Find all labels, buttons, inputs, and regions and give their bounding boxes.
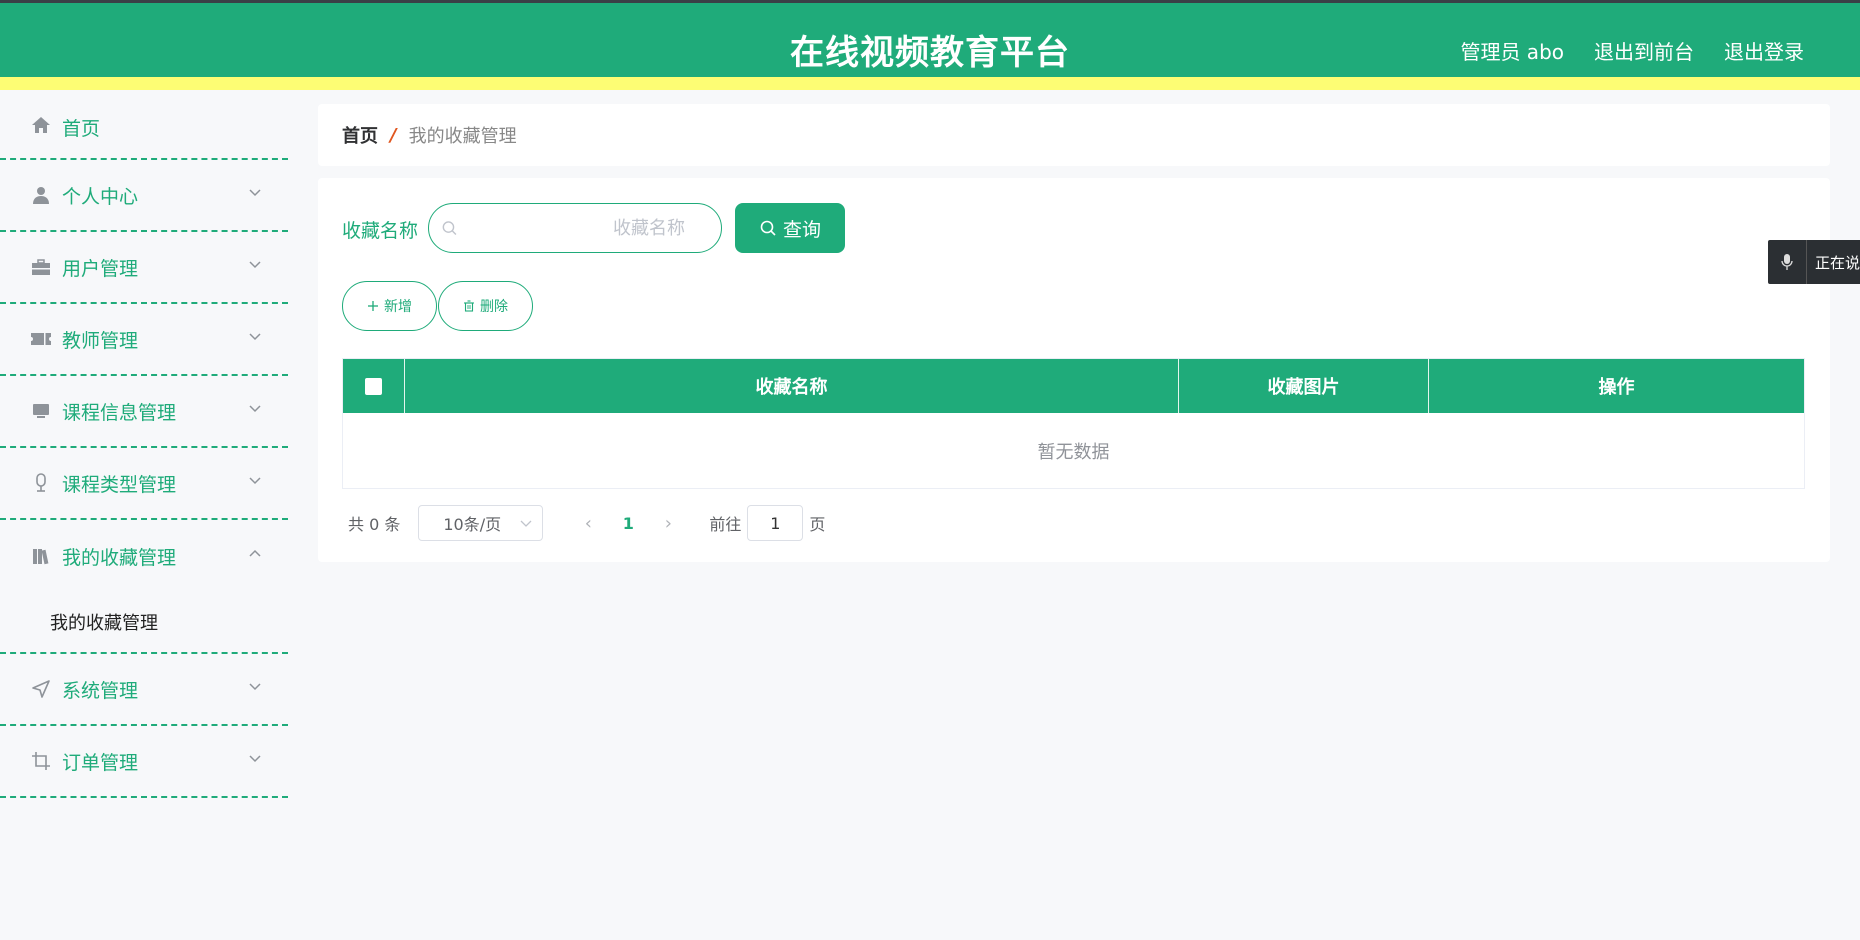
logout-link[interactable]: 退出登录 [1724, 36, 1804, 65]
navigation-icon [30, 678, 52, 700]
chevron-up-icon [249, 549, 261, 557]
pagination: 共 0 条 10条/页 ‹ 1 › 前往 页 [348, 505, 825, 541]
goto-page-input[interactable] [747, 505, 804, 541]
sidebar-item-label: 课程信息管理 [62, 401, 177, 424]
briefcase-icon [30, 256, 52, 278]
table-header: 收藏名称 收藏图片 操作 [343, 359, 1804, 413]
chevron-down-icon [520, 520, 532, 527]
chevron-down-icon [249, 755, 261, 763]
sidebar-item-label: 用户管理 [62, 257, 139, 280]
breadcrumb-separator: / [390, 124, 397, 146]
top-header: 在线视频教育平台 管理员 abo 退出到前台 退出登录 [0, 0, 1860, 90]
sidebar-item-label: 教师管理 [62, 329, 139, 352]
sidebar-item-course-types[interactable]: 课程类型管理 [0, 448, 288, 520]
breadcrumb: 首页 / 我的收藏管理 [318, 104, 1830, 166]
crop-icon [30, 750, 52, 772]
home-icon [30, 114, 52, 136]
breadcrumb-home[interactable]: 首页 [342, 122, 378, 148]
page-size-select[interactable]: 10条/页 [418, 505, 544, 541]
chevron-down-icon [249, 333, 261, 341]
column-header-actions: 操作 [1598, 377, 1635, 398]
chevron-down-icon [249, 405, 261, 413]
next-page-button[interactable]: › [653, 513, 683, 534]
books-icon [30, 545, 52, 567]
sidebar-item-label: 我的收藏管理 [62, 546, 177, 569]
delete-button-label: 删除 [480, 299, 508, 315]
sidebar-subitem-favorites[interactable]: 我的收藏管理 [0, 592, 288, 654]
search-input[interactable] [457, 217, 709, 239]
delete-button[interactable]: 删除 [438, 281, 533, 331]
pagination-total: 共 0 条 [348, 515, 401, 534]
sidebar-item-teachers[interactable]: 教师管理 [0, 304, 288, 376]
ticket-icon [30, 328, 52, 350]
admin-user-link[interactable]: 管理员 abo [1460, 36, 1564, 65]
goto-suffix: 页 [809, 515, 826, 534]
search-icon [442, 221, 457, 236]
favorites-table: 收藏名称 收藏图片 操作 暂无数据 [342, 358, 1805, 489]
main-content-card: 收藏名称 查询 新增 删除 收藏名称 收藏图片 操作 暂无数据 共 0 条 10… [318, 178, 1830, 562]
sidebar-item-favorites[interactable]: 我的收藏管理 [0, 520, 288, 592]
header-links: 管理员 abo 退出到前台 退出登录 [1460, 36, 1804, 65]
search-label: 收藏名称 [342, 220, 419, 242]
chevron-down-icon [249, 477, 261, 485]
chevron-down-icon [249, 261, 261, 269]
add-button-label: 新增 [384, 299, 412, 315]
search-icon [760, 220, 776, 236]
query-button[interactable]: 查询 [735, 203, 845, 253]
column-header-name[interactable]: 收藏名称 [405, 359, 1179, 413]
microphone-icon [30, 472, 52, 494]
trash-icon [464, 300, 474, 312]
header-accent-bar [0, 77, 1860, 90]
sidebar-item-profile[interactable]: 个人中心 [0, 160, 288, 232]
chevron-down-icon [249, 683, 261, 691]
goto-page: 前往 页 [709, 505, 825, 541]
query-button-label: 查询 [782, 218, 821, 241]
monitor-icon [30, 400, 52, 422]
table-empty-text: 暂无数据 [1037, 441, 1110, 463]
prev-page-button[interactable]: ‹ [573, 513, 603, 534]
sidebar-item-label: 首页 [62, 118, 101, 140]
exit-to-front-link[interactable]: 退出到前台 [1594, 36, 1694, 65]
column-header-image[interactable]: 收藏图片 [1179, 359, 1429, 413]
plus-icon [368, 301, 378, 311]
add-button[interactable]: 新增 [342, 281, 437, 331]
sidebar-item-label: 系统管理 [62, 679, 139, 702]
sidebar-item-label: 个人中心 [62, 185, 139, 208]
sidebar-item-label: 课程类型管理 [62, 473, 177, 496]
sidebar-menu: 首页 个人中心 用户管理 教师管理 课程信息管理 课程类型管理 我的收藏管理 我… [0, 104, 288, 940]
sidebar-item-system[interactable]: 系统管理 [0, 654, 288, 726]
select-all-checkbox[interactable] [365, 377, 382, 395]
page-number-current[interactable]: 1 [603, 514, 653, 533]
sidebar-item-users[interactable]: 用户管理 [0, 232, 288, 304]
microphone-icon [1768, 240, 1807, 284]
voice-input-tooltip[interactable]: 正在说 [1768, 240, 1860, 284]
select-all-cell [343, 359, 405, 413]
sidebar-item-course-info[interactable]: 课程信息管理 [0, 376, 288, 448]
chevron-down-icon [249, 189, 261, 197]
search-input-wrapper [428, 203, 722, 253]
user-icon [30, 184, 52, 206]
page-size-value: 10条/页 [443, 515, 502, 534]
voice-tooltip-text: 正在说 [1814, 253, 1860, 272]
breadcrumb-current: 我的收藏管理 [408, 126, 517, 147]
goto-label: 前往 [709, 515, 742, 534]
sidebar-item-label: 订单管理 [62, 751, 139, 774]
sidebar-item-home[interactable]: 首页 [0, 104, 288, 160]
sidebar-item-orders[interactable]: 订单管理 [0, 726, 288, 798]
